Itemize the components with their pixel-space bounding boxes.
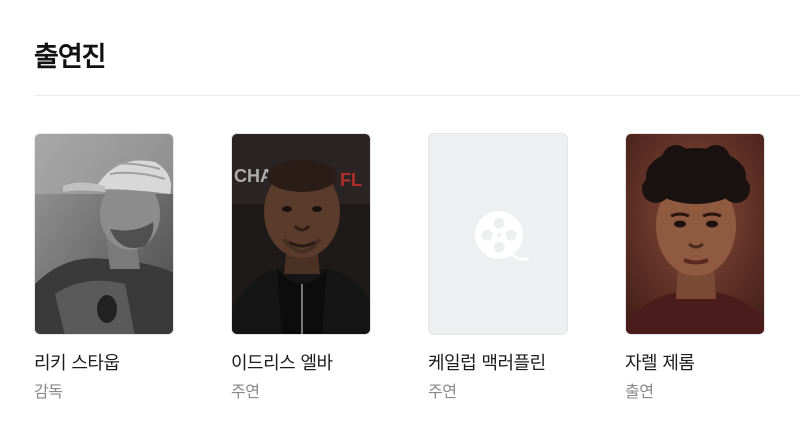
cast-name[interactable]: 케일럽 맥러플린 xyxy=(428,351,568,377)
cast-name[interactable]: 이드리스 엘바 xyxy=(231,351,371,377)
cast-card[interactable]: 케일럽 맥러플린 주연 xyxy=(428,133,568,404)
person-photo-dark: CHA FL xyxy=(232,134,370,334)
cast-role: 주연 xyxy=(231,382,260,401)
person-photo-grayscale xyxy=(35,134,173,334)
cast-list: 리키 스타웁 감독 CHA FL 이드리스 엘바 주연 케일럽 맥러플린 주연 … xyxy=(34,133,800,404)
cast-role: 주연 xyxy=(428,382,457,401)
cast-name[interactable]: 리키 스타웁 xyxy=(34,351,174,377)
cast-card[interactable]: 리키 스타웁 감독 xyxy=(34,133,174,404)
cast-card[interactable]: CHA FL 이드리스 엘바 주연 xyxy=(231,133,371,404)
cast-card[interactable]: 자렐 제롬 출연 xyxy=(625,133,765,404)
cast-section: 출연진 리키 스타웁 감독 CHA FL 이드리스 엘바 주연 케일럽 맥러플린… xyxy=(0,0,800,436)
film-reel-placeholder-icon xyxy=(429,134,567,334)
person-photo-portrait xyxy=(626,134,764,334)
cast-photo[interactable]: CHA FL xyxy=(231,133,371,335)
svg-text:FL: FL xyxy=(340,170,362,190)
cast-role: 감독 xyxy=(34,382,63,401)
cast-name[interactable]: 자렐 제롬 xyxy=(625,351,765,377)
cast-photo[interactable] xyxy=(625,133,765,335)
section-divider xyxy=(34,95,800,96)
cast-photo[interactable] xyxy=(34,133,174,335)
cast-role: 출연 xyxy=(625,382,654,401)
section-title: 출연진 xyxy=(34,42,107,73)
cast-photo-placeholder[interactable] xyxy=(428,133,568,335)
